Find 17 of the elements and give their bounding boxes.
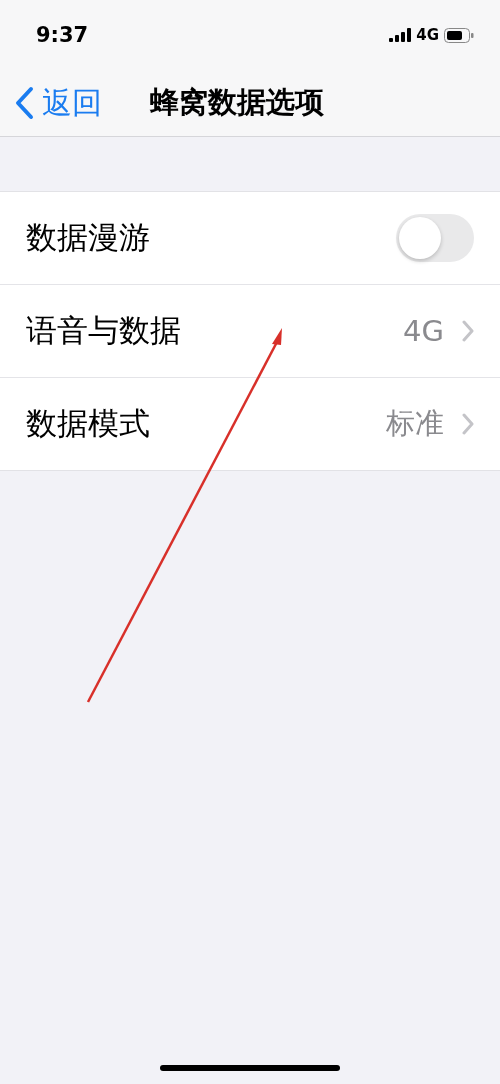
signal-icon <box>389 28 412 42</box>
row-label: 数据漫游 <box>26 218 150 257</box>
chevron-icon <box>462 413 474 435</box>
row-label: 数据模式 <box>26 404 150 443</box>
network-type: 4G <box>416 26 439 44</box>
row-value: 标准 <box>386 405 444 442</box>
battery-icon <box>444 27 474 43</box>
chevron-icon <box>462 320 474 342</box>
toggle-switch[interactable] <box>396 214 474 262</box>
row-value: 4G <box>403 314 444 348</box>
page-title: 蜂窝数据选项 <box>150 84 324 121</box>
back-chevron-icon <box>14 86 34 120</box>
settings-row[interactable]: 数据漫游 <box>0 192 500 285</box>
back-button[interactable]: 返回 <box>0 82 102 124</box>
row-label: 语音与数据 <box>26 311 181 350</box>
status-time: 9:37 <box>36 23 89 47</box>
settings-row[interactable]: 数据模式 标准 <box>0 378 500 470</box>
